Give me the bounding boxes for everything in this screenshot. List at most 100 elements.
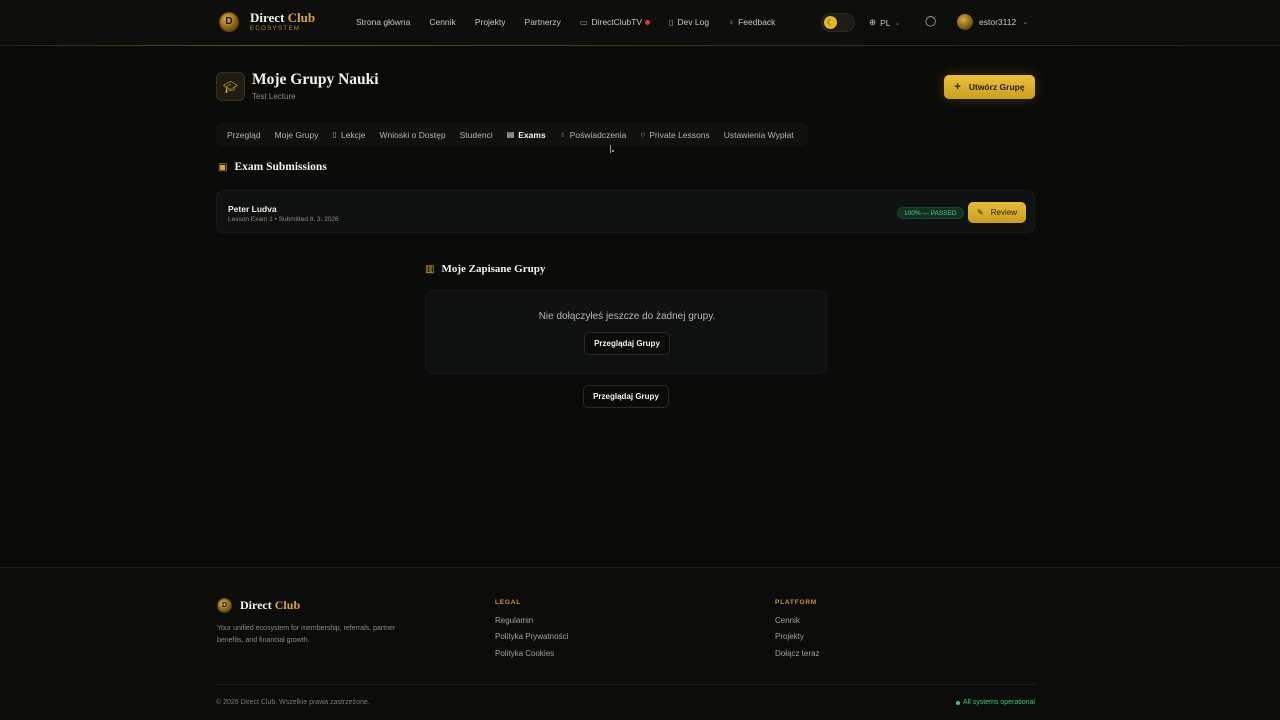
footer-divider [216,684,1035,685]
tab-private-lessons[interactable]: ○ Private Lessons [640,130,709,140]
footer-brand-name: Direct Club [240,598,300,613]
nav-pricing[interactable]: Cennik [429,17,455,27]
browse-groups-label: Przeglądaj Grupy [594,339,660,348]
tab-label: Studenci [459,129,493,140]
clipboard-icon: ▤ [506,130,515,139]
header-divider [0,45,1280,46]
footer-brand[interactable]: D Direct Club [217,598,300,613]
tab-access-requests[interactable]: Wnioski o Dostęp [379,130,445,140]
brand-logo-link[interactable]: D Direct Club ECOSYSTEM [219,11,315,32]
tab-label: Wnioski o Dostęp [379,129,446,140]
tab-label: Exams [518,129,546,140]
submission-meta: Lesson Exam 1 • Submitted 8. 3. 2026 [228,216,339,223]
language-label: PL [880,17,891,28]
username: estor3112 [979,17,1017,27]
avatar [957,14,973,30]
tab-label: Ustawienia Wypłat [723,129,794,140]
footer-link-join[interactable]: Dołącz teraz [775,649,819,658]
system-status: All systems operational [956,699,1035,706]
live-indicator-dot [645,19,651,25]
messages-icon[interactable]: ◯ [925,16,936,27]
brand-name: Direct Club [250,11,315,24]
lightbulb-icon: ♀ [728,17,735,27]
nav-home[interactable]: Strona główna [356,17,410,27]
main-nav: Strona główna Cennik Projekty Partnerzy … [356,17,794,27]
nav-dev-log[interactable]: ▯ Dev Log [669,17,709,27]
globe-icon: ⊕ [869,17,877,27]
exam-submission-row: Peter Ludva Lesson Exam 1 • Submitted 8.… [216,190,1035,233]
tab-payout-settings[interactable]: Ustawienia Wypłat [724,130,794,140]
create-group-button[interactable]: + Utwórz Grupę [944,75,1035,99]
user-menu[interactable]: estor3112 ⌄ [957,14,1028,30]
pen-icon: ✎ [977,208,984,217]
footer-copyright: © 2026 Direct Club. Wszelkie prawa zastr… [216,699,370,706]
tab-label: Lekcje [340,129,366,140]
tab-students[interactable]: Studenci [460,130,493,140]
brand-name-primary: Direct [250,10,285,25]
tab-label: Przegląd [227,129,261,140]
nav-label: Strona główna [356,17,411,27]
review-button[interactable]: ✎ Review [968,202,1026,223]
brand-subtitle: ECOSYSTEM [250,26,301,32]
nav-label: Dev Log [677,17,710,27]
footer-platform-heading: PLATFORM [775,599,818,606]
theme-toggle[interactable]: ☾ [821,13,855,32]
nav-label: DirectClubTV [591,17,643,27]
empty-state-message: Nie dołączyłeś jeszcze do żadnej grupy. [538,311,716,322]
saved-groups-heading: ▥ Moje Zapisane Grupy [425,263,545,275]
moon-icon: ☾ [824,16,837,29]
nav-label: Projekty [474,17,506,27]
create-group-label: Utwórz Grupę [968,82,1025,92]
section-tabs: Przegląd Moje Grupy ▯ Lekcje Wnioski o Do… [216,123,808,146]
tab-lessons[interactable]: ▯ Lekcje [333,130,366,140]
tab-label: Poświadczenia [569,129,627,140]
section-title: Exam Submissions [234,161,327,173]
nav-directclubtv[interactable]: ▭ DirectClubTV [580,17,651,27]
chevron-down-icon: ⌄ [1022,19,1029,26]
brand-name-primary: Direct [240,598,272,612]
book-icon: ▯ [669,17,674,27]
brand-name-accent: Club [274,598,301,612]
status-dot-icon [956,700,960,705]
chat-icon: ○ [640,130,646,139]
tab-overview[interactable]: Przegląd [227,130,261,140]
tab-exams[interactable]: ▤ Exams [507,130,546,140]
top-navigation-bar: D Direct Club ECOSYSTEM Strona główna Ce… [0,0,1280,46]
footer-link-terms[interactable]: Regulamin [495,616,533,625]
footer-link-privacy[interactable]: Polityka Prywatności [495,632,568,641]
saved-groups-empty-state: Nie dołączyłeś jeszcze do żadnej grupy. … [425,290,827,374]
browse-groups-button-secondary[interactable]: Przeglądaj Grupy [583,385,669,408]
site-footer: D Direct Club Your unified ecosystem for… [0,567,1280,720]
award-icon: ♁ [559,130,566,139]
nav-label: Partnerzy [524,17,561,27]
text-cursor-dot [612,150,614,152]
chevron-down-icon: ⌄ [894,19,901,27]
open-book-icon: ▥ [425,263,435,275]
page-subtitle: Test Lecture [252,92,296,101]
clipboard-check-icon: ▣ [218,161,228,173]
nav-partners[interactable]: Partnerzy [525,17,561,27]
footer-link-pricing[interactable]: Cennik [775,616,800,625]
tab-my-groups[interactable]: Moje Grupy [275,130,319,140]
tab-label: Private Lessons [649,129,710,140]
status-badge-label: 100% — PASSED [904,209,957,217]
coin-logo-icon: D [219,11,239,32]
plus-icon: + [954,81,961,93]
footer-link-cookies[interactable]: Polityka Cookies [495,649,554,658]
coin-logo-icon: D [217,598,232,613]
system-status-label: All systems operational [963,699,1035,706]
nav-label: Cennik [429,17,456,27]
tab-label: Moje Grupy [274,129,319,140]
nav-feedback[interactable]: ♀ Feedback [728,17,775,27]
review-label: Review [990,208,1017,217]
text-cursor [610,145,611,153]
nav-projects[interactable]: Projekty [475,17,506,27]
footer-link-projects[interactable]: Projekty [775,632,804,641]
exam-submissions-heading: ▣ Exam Submissions [218,161,327,173]
tab-credentials[interactable]: ♁ Poświadczenia [560,130,627,140]
browse-groups-button[interactable]: Przeglądaj Grupy [584,332,670,355]
status-badge: 100% — PASSED [897,207,964,219]
language-selector[interactable]: ⊕ PL ⌄ [869,17,900,28]
section-title: Moje Zapisane Grupy [441,263,546,275]
footer-legal-heading: LEGAL [495,599,522,606]
